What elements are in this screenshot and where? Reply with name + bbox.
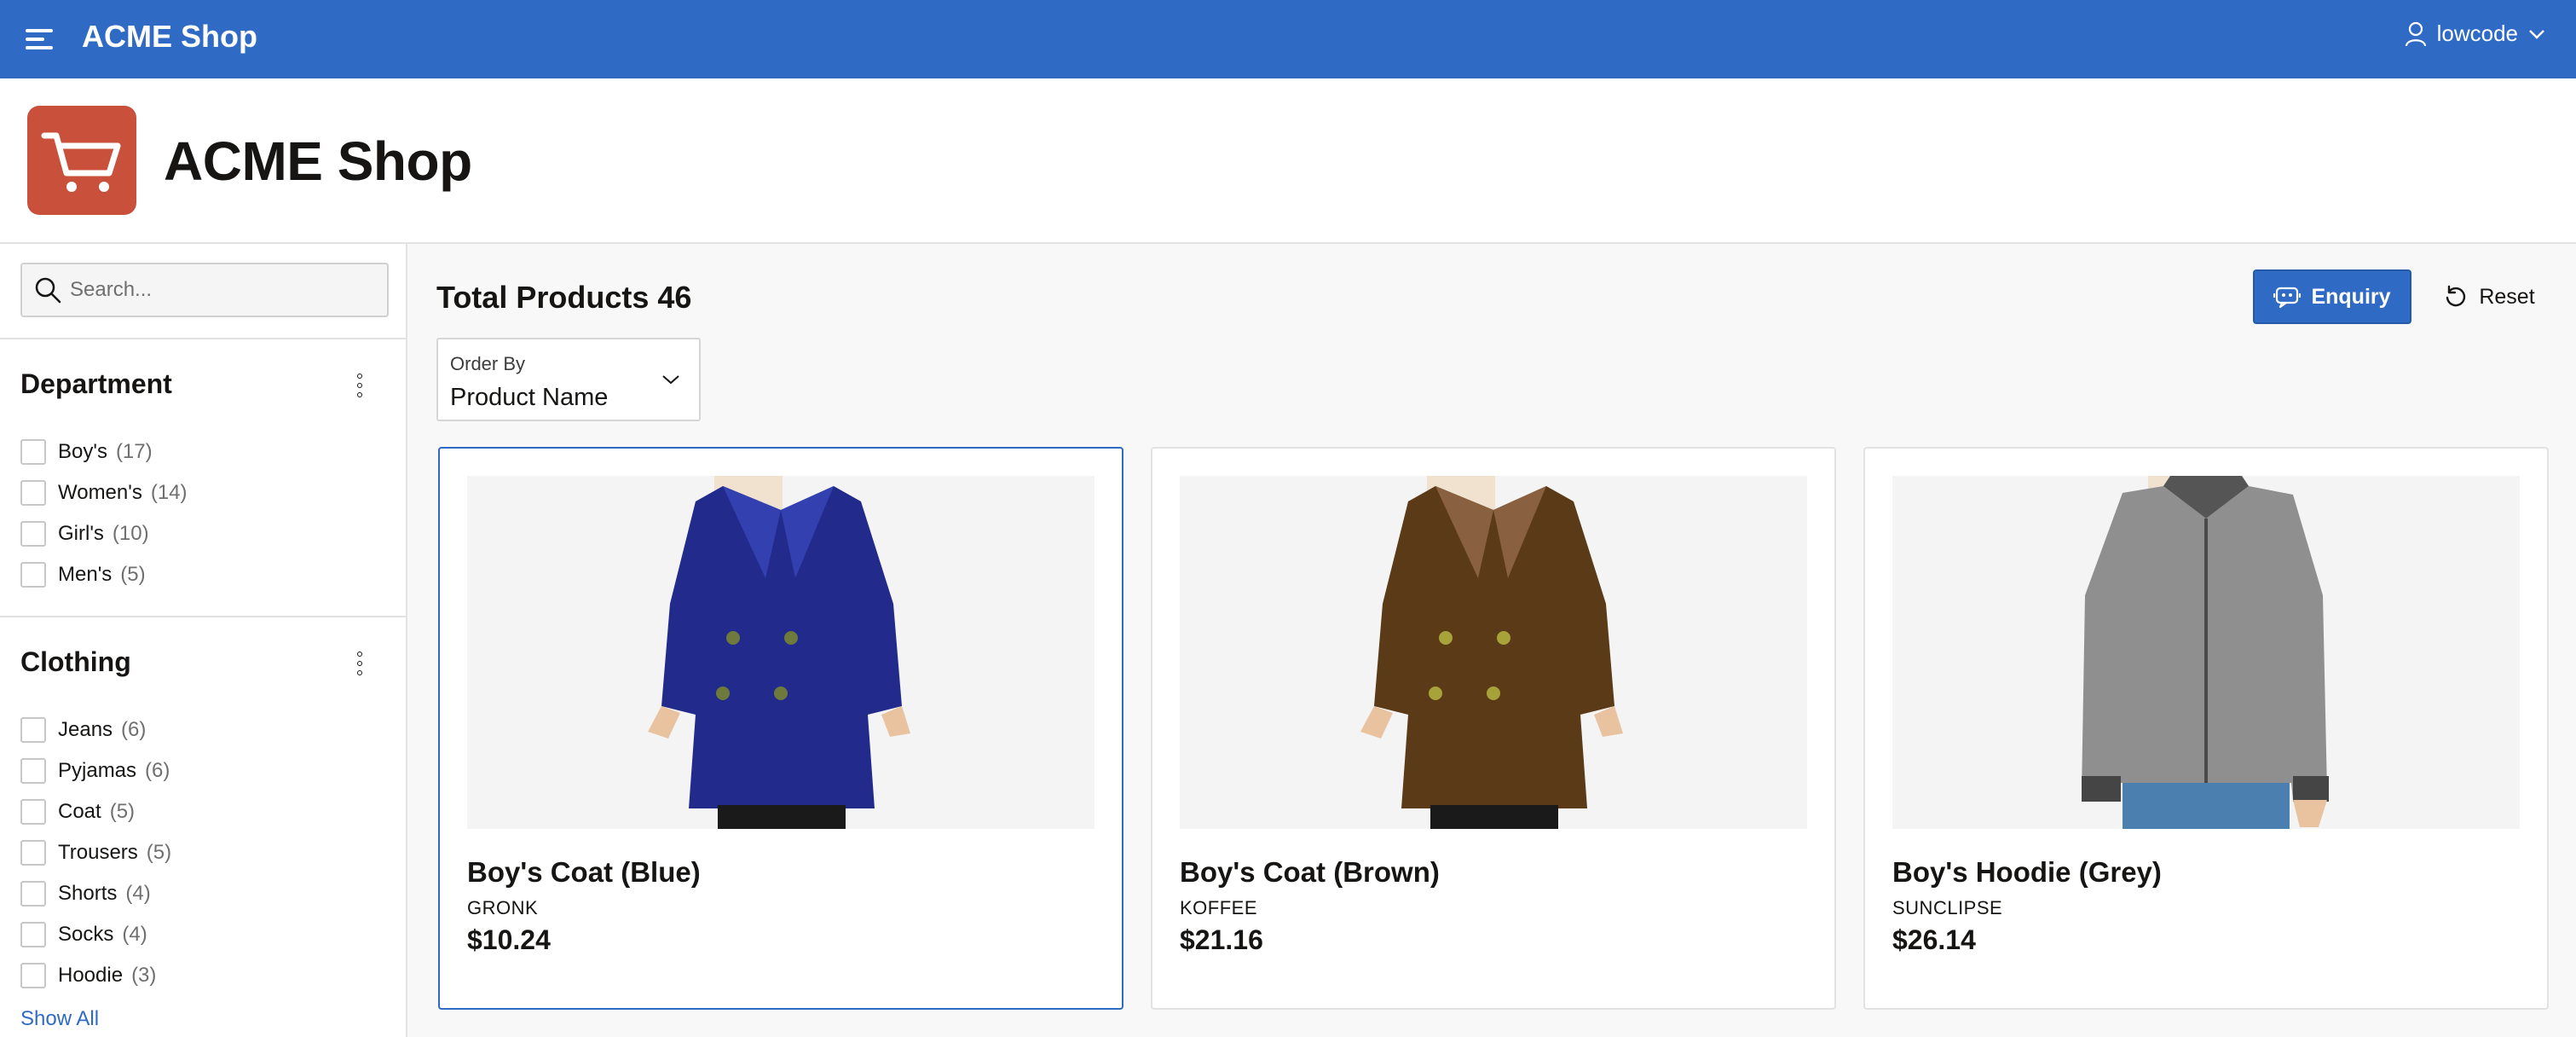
order-by-value: Product Name — [450, 384, 609, 411]
facet-option-label: Socks — [58, 923, 114, 946]
facet-option-label: Boy's — [58, 440, 107, 463]
facet-option-count: (5) — [120, 563, 146, 586]
show-all-link[interactable]: Show All — [20, 1007, 99, 1031]
product-card[interactable]: Boy's Coat (Brown) KOFFEE $21.16 — [1151, 447, 1836, 1010]
facet-option-mens[interactable]: Men's (5) — [20, 560, 146, 589]
facet-option-count: (4) — [122, 923, 147, 946]
product-image[interactable] — [1180, 476, 1807, 829]
search-input[interactable] — [70, 278, 377, 302]
facet-actions-icon[interactable] — [349, 646, 370, 681]
facet-option-boys[interactable]: Boy's (17) — [20, 437, 153, 466]
checkbox[interactable] — [20, 922, 46, 947]
facet-option-count: (6) — [121, 718, 147, 741]
facet-option-girls[interactable]: Girl's (10) — [20, 519, 149, 548]
chatbot-icon — [2273, 287, 2302, 309]
facet-option-label: Women's — [58, 481, 142, 504]
facet-option-count: (10) — [112, 522, 149, 545]
facet-option-socks[interactable]: Socks (4) — [20, 920, 147, 949]
product-brand: SUNCLIPSE — [1892, 897, 2003, 918]
product-price: $10.24 — [467, 924, 551, 955]
product-card[interactable]: Boy's Coat (Blue) GRONK $10.24 — [438, 447, 1123, 1010]
facet-title-department: Department — [20, 368, 172, 399]
product-card[interactable]: Boy's Hoodie (Grey) SUNCLIPSE $26.14 — [1863, 447, 2549, 1010]
product-image[interactable] — [1892, 476, 2520, 829]
product-image[interactable] — [467, 476, 1095, 829]
facet-option-label: Girl's — [58, 522, 104, 545]
facet-option-count: (6) — [145, 759, 170, 782]
facet-actions-icon[interactable] — [349, 368, 370, 403]
product-name[interactable]: Boy's Coat (Blue) — [467, 856, 701, 889]
facet-option-label: Men's — [58, 563, 113, 586]
facet-option-count: (5) — [109, 800, 136, 823]
checkbox[interactable] — [20, 521, 46, 547]
page-header: ACME Shop — [0, 78, 2576, 244]
facet-option-count: (17) — [115, 440, 153, 463]
reset-button[interactable]: Reset — [2429, 269, 2549, 324]
results-region: Total Products 46 Enquiry Reset Order By… — [409, 244, 2576, 1037]
product-price: $26.14 — [1892, 924, 1976, 955]
chevron-down-icon — [662, 375, 679, 385]
checkbox[interactable] — [20, 881, 46, 907]
checkbox[interactable] — [20, 717, 46, 743]
search-icon — [35, 277, 61, 304]
product-name[interactable]: Boy's Coat (Brown) — [1180, 856, 1440, 889]
facet-option-label: Pyjamas — [58, 759, 137, 782]
user-menu[interactable]: lowcode — [2405, 20, 2545, 47]
menu-toggle-icon[interactable] — [26, 24, 56, 55]
facet-option-label: Trousers — [58, 841, 138, 864]
facet-option-pyjamas[interactable]: Pyjamas (6) — [20, 756, 170, 785]
product-brand: KOFFEE — [1180, 897, 1258, 918]
enquiry-button[interactable]: Enquiry — [2253, 269, 2411, 324]
chevron-down-icon — [2529, 29, 2544, 39]
facet-option-count: (5) — [146, 841, 172, 864]
product-price: $21.16 — [1180, 924, 1263, 955]
page-title: ACME Shop — [164, 130, 472, 192]
product-brand: GRONK — [467, 897, 539, 918]
product-name[interactable]: Boy's Hoodie (Grey) — [1892, 856, 2162, 889]
facet-option-womens[interactable]: Women's (14) — [20, 478, 188, 507]
total-products-label: Total Products 46 — [436, 280, 692, 315]
reset-icon — [2446, 285, 2466, 307]
facet-option-trousers[interactable]: Trousers (5) — [20, 838, 171, 867]
checkbox[interactable] — [20, 439, 46, 465]
search-box[interactable] — [20, 263, 389, 317]
checkbox[interactable] — [20, 562, 46, 588]
facet-option-label: Hoodie — [58, 964, 124, 987]
checkbox[interactable] — [20, 799, 46, 825]
divider — [0, 616, 407, 617]
facet-option-label: Jeans — [58, 718, 113, 741]
facet-option-count: (4) — [125, 882, 151, 905]
facet-option-hoodie[interactable]: Hoodie (3) — [20, 961, 156, 990]
top-nav-bar: ACME Shop lowcode — [0, 0, 2576, 78]
user-name: lowcode — [2436, 20, 2518, 46]
facet-title-clothing: Clothing — [20, 646, 131, 677]
checkbox[interactable] — [20, 963, 46, 988]
facet-option-label: Coat — [58, 800, 101, 823]
facet-option-label: Shorts — [58, 882, 118, 905]
facet-option-coat[interactable]: Coat (5) — [20, 797, 135, 826]
user-icon — [2405, 21, 2426, 46]
checkbox[interactable] — [20, 758, 46, 784]
enquiry-label: Enquiry — [2311, 284, 2391, 309]
facet-option-jeans[interactable]: Jeans (6) — [20, 715, 146, 744]
facet-option-shorts[interactable]: Shorts (4) — [20, 879, 151, 908]
facet-option-count: (3) — [131, 964, 157, 987]
app-title[interactable]: ACME Shop — [82, 19, 257, 55]
checkbox[interactable] — [20, 480, 46, 506]
divider — [0, 338, 407, 339]
checkbox[interactable] — [20, 840, 46, 866]
order-by-select[interactable]: Order By Product Name — [436, 338, 701, 421]
faceted-search-sidebar: Department Boy's (17) Women's (14) Girl'… — [0, 244, 407, 1037]
shopping-cart-logo-icon — [27, 106, 136, 215]
order-by-label: Order By — [450, 353, 526, 374]
facet-option-count: (14) — [150, 481, 188, 504]
reset-label: Reset — [2479, 284, 2535, 309]
